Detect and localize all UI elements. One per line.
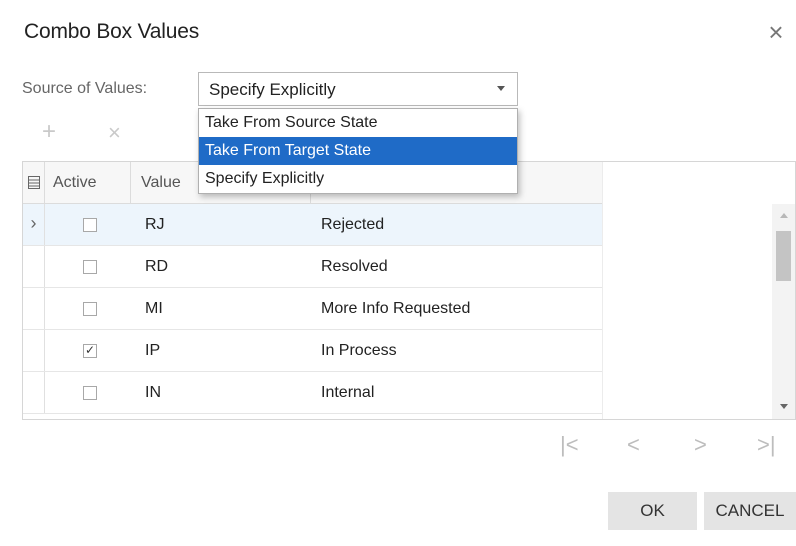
value-cell[interactable]: IN — [145, 372, 161, 413]
table-row[interactable]: IN Internal — [23, 372, 603, 414]
active-checkbox[interactable] — [83, 218, 97, 232]
row-indicator — [23, 246, 45, 287]
table-row[interactable]: MI More Info Requested — [23, 288, 603, 330]
description-cell[interactable]: More Info Requested — [321, 288, 470, 329]
vertical-scrollbar[interactable] — [772, 204, 795, 419]
source-select-value: Specify Explicitly — [209, 80, 336, 99]
close-icon[interactable]: × — [762, 18, 790, 46]
grid-column-divider — [602, 162, 603, 419]
active-checkbox[interactable] — [83, 260, 97, 274]
source-of-values-label: Source of Values: — [22, 80, 148, 97]
description-cell[interactable]: Resolved — [321, 246, 388, 287]
table-row[interactable]: › RJ Rejected — [23, 204, 603, 246]
table-row[interactable]: RD Resolved — [23, 246, 603, 288]
value-cell[interactable]: RJ — [145, 204, 165, 245]
ok-button[interactable]: OK — [608, 492, 697, 530]
current-row-indicator-icon: › — [23, 204, 45, 245]
cancel-button[interactable]: CANCEL — [704, 492, 796, 530]
scroll-up-icon[interactable] — [780, 213, 788, 218]
description-cell[interactable]: Rejected — [321, 204, 384, 245]
description-cell[interactable]: In Process — [321, 330, 397, 371]
value-cell[interactable]: RD — [145, 246, 168, 287]
active-checkbox[interactable] — [83, 302, 97, 316]
row-indicator — [23, 288, 45, 329]
value-cell[interactable]: IP — [145, 330, 160, 371]
column-chooser-icon[interactable] — [23, 162, 45, 203]
description-cell[interactable]: Internal — [321, 372, 374, 413]
scroll-down-icon[interactable] — [780, 404, 788, 409]
source-dropdown-list: Take From Source State Take From Target … — [198, 108, 518, 194]
chevron-down-icon — [497, 86, 505, 91]
next-page-icon[interactable]: > — [694, 432, 707, 458]
dropdown-option-target-state[interactable]: Take From Target State — [199, 137, 517, 165]
column-header-active[interactable]: Active — [45, 162, 131, 203]
previous-page-icon[interactable]: < — [627, 432, 640, 458]
source-of-values-select[interactable]: Specify Explicitly — [198, 72, 518, 106]
last-page-icon[interactable]: >| — [757, 432, 776, 458]
add-row-icon[interactable]: + — [42, 118, 56, 146]
combo-box-values-dialog: Combo Box Values × Source of Values: Spe… — [0, 0, 796, 546]
first-page-icon[interactable]: |< — [560, 432, 579, 458]
row-indicator — [23, 330, 45, 371]
row-indicator — [23, 372, 45, 413]
active-checkbox[interactable] — [83, 386, 97, 400]
delete-row-icon[interactable]: × — [108, 120, 121, 146]
scroll-thumb[interactable] — [776, 231, 791, 281]
values-grid: Active Value › RJ Rejected RD Resolved M… — [22, 161, 796, 420]
value-cell[interactable]: MI — [145, 288, 163, 329]
active-checkbox-checked[interactable]: ✓ — [83, 344, 97, 358]
dropdown-option-source-state[interactable]: Take From Source State — [199, 109, 517, 137]
dropdown-option-specify-explicitly[interactable]: Specify Explicitly — [199, 165, 517, 193]
dialog-title: Combo Box Values — [24, 20, 200, 43]
table-row[interactable]: ✓ IP In Process — [23, 330, 603, 372]
